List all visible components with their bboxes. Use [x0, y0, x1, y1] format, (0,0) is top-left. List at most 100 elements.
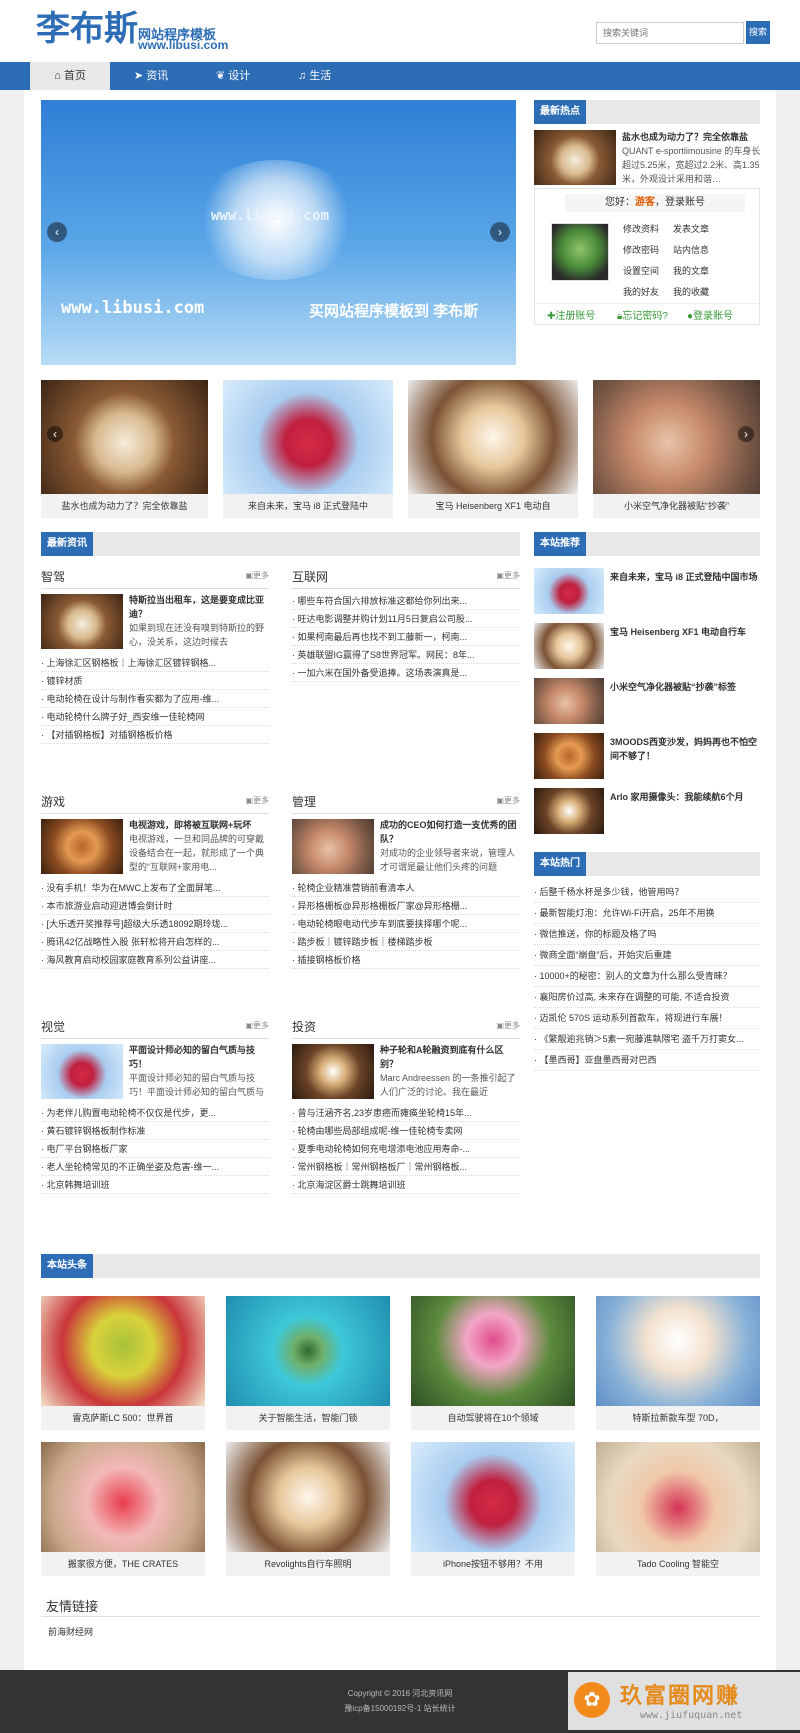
carousel-image[interactable] — [223, 380, 393, 494]
list-item[interactable]: · 电动轮椅在设计与制作看实都为了应用-维... — [41, 690, 269, 708]
list-item[interactable]: · 10000+的秘密：别人的文章为什么那么受青睐？ — [534, 966, 760, 987]
news-item-title[interactable]: 特斯拉当出租车，这是要变成比亚迪？ — [129, 593, 269, 621]
news-thumb[interactable] — [41, 819, 123, 874]
block-title[interactable]: 投资 — [292, 1018, 316, 1035]
list-item[interactable]: · 没有手机！华为在MWC上发布了全面屏笔... — [41, 879, 269, 897]
register-link[interactable]: ✚注册账号 — [547, 307, 595, 322]
more-link[interactable]: ▣更多 — [496, 795, 520, 806]
list-item[interactable]: · 电厂平台钢格板厂家 — [41, 1140, 269, 1158]
headline-caption[interactable]: 特斯拉新款车型 70D， — [596, 1406, 760, 1430]
headline-caption[interactable]: 关于智能生活，智能门锁 — [226, 1406, 390, 1430]
user-link[interactable]: 发表文章 — [673, 222, 709, 235]
headline-image[interactable] — [596, 1296, 760, 1406]
nav-item-news[interactable]: ➤ 资讯 — [134, 62, 194, 90]
headline-caption[interactable]: 自动驾驶将在10个领域 — [411, 1406, 575, 1430]
nav-item-design[interactable]: ❦ 设计 — [216, 62, 276, 90]
list-item[interactable]: · 常州钢格板｜常州钢格板厂｜常州钢格板... — [292, 1158, 520, 1176]
list-item[interactable]: · 北京海淀区爵士跳舞培训班 — [292, 1176, 520, 1194]
greeting-suffix[interactable]: ，登录账号 — [655, 197, 705, 208]
list-item[interactable]: · 旺达电影调整并购计划11月5日复启公司股... — [292, 610, 520, 628]
news-item-title[interactable]: 平面设计师必知的留白气质与技巧！ — [129, 1043, 269, 1071]
carousel-prev-arrow[interactable]: ‹ — [47, 426, 63, 442]
headline-image[interactable] — [411, 1442, 575, 1552]
list-item[interactable]: · 北京韩舞培训班 — [41, 1176, 269, 1194]
list-item[interactable]: · 迈凯伦 570S 运动系列首款车，将现进行车展！ — [534, 1008, 760, 1029]
rec-thumb[interactable] — [534, 623, 604, 669]
news-thumb[interactable] — [41, 1044, 123, 1099]
user-link[interactable]: 我的文章 — [673, 264, 709, 277]
carousel-image[interactable] — [41, 380, 208, 494]
block-title[interactable]: 管理 — [292, 793, 316, 810]
nav-item-home[interactable]: ⌂ 首页 — [30, 62, 110, 90]
news-thumb[interactable] — [41, 594, 123, 649]
list-item[interactable]: · 黄石镀锌钢格板制作标准 — [41, 1122, 269, 1140]
more-link[interactable]: ▣更多 — [245, 570, 269, 581]
list-item[interactable]: · 曾与汪涵齐名,23岁患癌而瘫痪坐轮椅15年... — [292, 1104, 520, 1122]
forgot-link[interactable]: 🔒︎忘记密码? — [617, 307, 668, 322]
headline-image[interactable] — [41, 1296, 205, 1406]
block-title[interactable]: 视觉 — [41, 1018, 65, 1035]
list-item[interactable]: · 海风教育启动校园家庭教育系列公益讲座... — [41, 951, 269, 969]
news-item-title[interactable]: 电视游戏，即将被互联网+玩坏 — [129, 818, 269, 832]
more-link[interactable]: ▣更多 — [496, 570, 520, 581]
list-item[interactable]: · 襄阳房价过高, 未来存在调整的可能, 不适合投资 — [534, 987, 760, 1008]
user-link[interactable]: 站内信息 — [673, 243, 709, 256]
carousel-caption[interactable]: 盐水也成为动力了？完全依靠盐 — [41, 494, 208, 518]
banner-next-arrow[interactable]: › — [490, 222, 510, 242]
news-thumb[interactable] — [292, 1044, 374, 1099]
rec-title[interactable]: 小米空气净化器被贴“抄袭”标签 — [610, 680, 760, 708]
list-item[interactable]: · 微商全面“崩盘”后，开始灾后重建 — [534, 945, 760, 966]
rec-thumb[interactable] — [534, 678, 604, 724]
list-item[interactable]: · 插接钢格板价格 — [292, 951, 520, 969]
headline-image[interactable] — [226, 1296, 390, 1406]
banner-slider[interactable]: www.libusi.com www.libusi.com 买网站程序模板到 李… — [41, 100, 516, 365]
search-button[interactable]: 搜索 — [746, 21, 770, 44]
headline-caption[interactable]: 搬家很方便，THE CRATES — [41, 1552, 205, 1576]
news-item-title[interactable]: 成功的CEO如何打造一支优秀的团队？ — [380, 818, 520, 846]
news-item-title[interactable]: 种子轮和A轮融资到底有什么区别？ — [380, 1043, 520, 1071]
list-item[interactable]: · 最新智能灯泡：允许Wi-Fi开启，25年不用换 — [534, 903, 760, 924]
list-item[interactable]: · 镀锌材质 — [41, 672, 269, 690]
user-link[interactable]: 我的收藏 — [673, 285, 709, 298]
carousel-image[interactable] — [408, 380, 578, 494]
rec-title[interactable]: Arlo 家用摄像头：我能续航6个月 — [610, 790, 760, 818]
list-item[interactable]: · 上海徐汇区钢格板｜上海徐汇区镀锌钢格... — [41, 654, 269, 672]
banner-prev-arrow[interactable]: ‹ — [47, 222, 67, 242]
more-link[interactable]: ▣更多 — [245, 795, 269, 806]
headline-image[interactable] — [41, 1442, 205, 1552]
headline-caption[interactable]: Tado Cooling 智能空 — [596, 1552, 760, 1576]
user-link[interactable]: 修改资料 — [623, 222, 659, 235]
logo-text[interactable]: 李布斯 — [36, 12, 138, 46]
list-item[interactable]: · 老人坐轮椅常见的不正确坐姿及危害-维一... — [41, 1158, 269, 1176]
login-link[interactable]: ●登录账号 — [687, 307, 733, 322]
list-item[interactable]: · 为老伴儿购置电动轮椅不仅仅是代步，更... — [41, 1104, 269, 1122]
block-title[interactable]: 游戏 — [41, 793, 65, 810]
block-title[interactable]: 互联网 — [292, 568, 328, 585]
list-item[interactable]: · 《繁靓逾兆销＞5素一宛藤進執隈宅 盗千万打窦女... — [534, 1029, 760, 1050]
search-input[interactable] — [596, 22, 744, 44]
hot-item-title[interactable]: 盐水也成为动力了？完全依靠盐 — [622, 130, 762, 144]
list-item[interactable]: · 英雄联盟IG赢得了S8世界冠军。网民：8年... — [292, 646, 520, 664]
list-item[interactable]: · [大乐透开奖推荐号]超级大乐透18092期玲珑... — [41, 915, 269, 933]
list-item[interactable]: · 【对插钢格板】对插钢格板价格 — [41, 726, 269, 744]
list-item[interactable]: · 哪些车符合国六排放标准这都给你列出来... — [292, 592, 520, 610]
hot-thumb[interactable] — [534, 130, 616, 185]
list-item[interactable]: · 如果柯南最后再也找不到工藤新一，柯南... — [292, 628, 520, 646]
rec-title[interactable]: 来自未来，宝马 i8 正式登陆中国市场 — [610, 570, 760, 598]
block-title[interactable]: 智驾 — [41, 568, 65, 585]
list-item[interactable]: · 本市旅游业启动迎进博会倒计时 — [41, 897, 269, 915]
list-item[interactable]: · 轮椅企业精准营销前看清本人 — [292, 879, 520, 897]
more-link[interactable]: ▣更多 — [496, 1020, 520, 1031]
headline-caption[interactable]: Revolights自行车照明 — [226, 1552, 390, 1576]
list-item[interactable]: · 腾讯42亿战略性入股 张轩松将开启怎样的... — [41, 933, 269, 951]
list-item[interactable]: · 微信推送，你的标题及格了吗 — [534, 924, 760, 945]
carousel-caption[interactable]: 小米空气净化器被贴“抄袭” — [593, 494, 760, 518]
rec-thumb[interactable] — [534, 788, 604, 834]
list-item[interactable]: · 一加六米在国外备受追捧。这场表演真是... — [292, 664, 520, 682]
rec-title[interactable]: 宝马 Heisenberg XF1 电动自行车 — [610, 625, 760, 653]
list-item[interactable]: · 轮椅由哪些局部组成呢-维一佳轮椅专卖网 — [292, 1122, 520, 1140]
list-item[interactable]: · 异形格栅板@异形格栅板厂家@异形格栅... — [292, 897, 520, 915]
list-item[interactable]: · 【墨西哥】亚盘墨西哥对巴西 — [534, 1050, 760, 1071]
rec-title[interactable]: 3MOODS西变沙发，妈妈再也不怕空间不够了！ — [610, 735, 760, 763]
list-item[interactable]: · 夏季电动轮椅如何充电增添电池应用寿命-... — [292, 1140, 520, 1158]
